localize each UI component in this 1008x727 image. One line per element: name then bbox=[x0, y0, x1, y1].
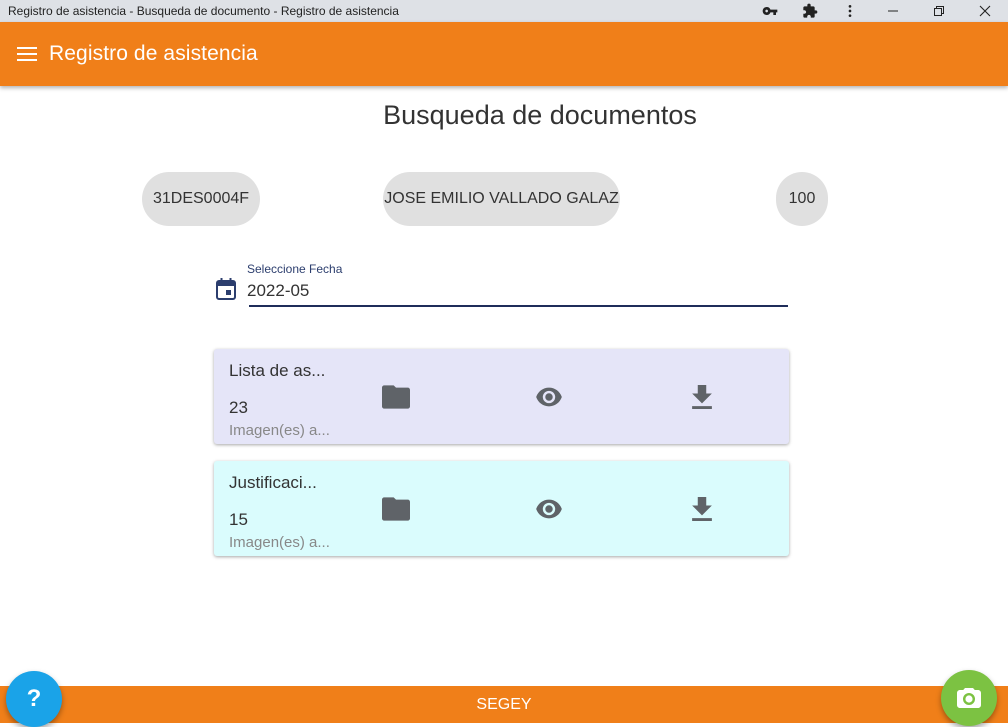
help-button[interactable]: ? bbox=[6, 671, 62, 727]
code-chip: 31DES0004F bbox=[142, 172, 260, 226]
window-title: Registro de asistencia - Busqueda de doc… bbox=[8, 4, 399, 18]
camera-icon bbox=[957, 688, 981, 708]
page-title: Busqueda de documentos bbox=[383, 100, 697, 130]
camera-button[interactable] bbox=[941, 670, 997, 726]
footer-text: SEGEY bbox=[476, 695, 532, 713]
more-vert-icon[interactable] bbox=[830, 0, 870, 22]
app-bar: Registro de asistencia bbox=[0, 22, 1008, 86]
folder-icon[interactable] bbox=[382, 383, 410, 411]
app-title: Registro de asistencia bbox=[49, 42, 258, 65]
calendar-icon[interactable] bbox=[216, 278, 236, 300]
menu-icon[interactable] bbox=[15, 42, 39, 66]
eye-icon[interactable] bbox=[535, 383, 563, 411]
date-field-underline bbox=[249, 305, 788, 307]
card-count: 23 bbox=[229, 398, 248, 417]
minimize-icon[interactable] bbox=[870, 0, 916, 22]
footer-bar: SEGEY bbox=[0, 686, 1008, 723]
download-icon[interactable] bbox=[688, 383, 716, 411]
download-icon[interactable] bbox=[688, 495, 716, 523]
restore-icon[interactable] bbox=[916, 0, 962, 22]
date-field: Seleccione Fecha bbox=[214, 260, 790, 308]
close-icon[interactable] bbox=[962, 0, 1008, 22]
card-subtitle: Imagen(es) a... bbox=[229, 534, 330, 551]
key-icon[interactable] bbox=[750, 0, 790, 22]
folder-icon[interactable] bbox=[382, 495, 410, 523]
number-chip: 100 bbox=[776, 172, 828, 226]
card-subtitle: Imagen(es) a... bbox=[229, 422, 330, 439]
puzzle-icon[interactable] bbox=[790, 0, 830, 22]
name-chip: JOSE EMILIO VALLADO GALAZ bbox=[383, 172, 620, 226]
document-card-lista: Lista de as... 23 Imagen(es) a... bbox=[214, 349, 789, 444]
eye-icon[interactable] bbox=[535, 495, 563, 523]
date-field-label: Seleccione Fecha bbox=[247, 262, 343, 276]
window-title-bar: Registro de asistencia - Busqueda de doc… bbox=[0, 0, 1008, 22]
card-title: Justificaci... bbox=[229, 473, 317, 492]
card-count: 15 bbox=[229, 510, 248, 529]
document-card-justificaciones: Justificaci... 15 Imagen(es) a... bbox=[214, 461, 789, 556]
card-title: Lista de as... bbox=[229, 361, 326, 380]
date-input[interactable] bbox=[247, 278, 787, 304]
help-icon: ? bbox=[26, 685, 42, 712]
